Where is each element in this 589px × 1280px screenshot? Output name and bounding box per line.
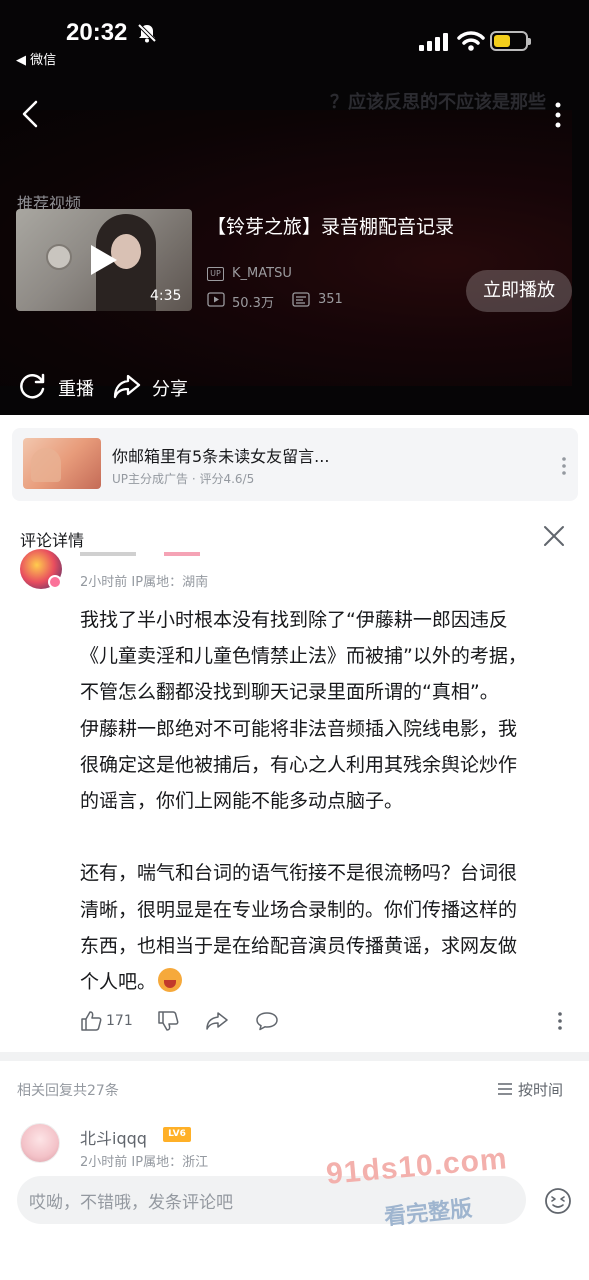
ad-subtitle: UP主分成广告 · 评分4.6/5 [112,472,255,486]
comment-line: 《儿童卖淫和儿童色情禁止法》而被捕”以外的考据， [80,645,527,668]
play-icon[interactable] [91,245,117,275]
comment-line: 的谣言，你们上网能不能多动点脑子。 [80,790,404,813]
comment-line: 东西，也相当于是在给配音演员传播黄谣，求网友做 [80,934,518,957]
status-bar: 20:32 ◀ 微信 [0,0,589,80]
share-icon[interactable] [112,372,142,400]
ad-thumbnail[interactable] [23,438,101,489]
share-icon[interactable] [205,1010,229,1032]
sort-icon[interactable] [497,1082,513,1096]
ad-more-icon[interactable] [560,456,568,476]
mute-bell-icon [137,23,157,43]
more-vertical-icon[interactable] [556,1010,564,1032]
replay-button[interactable]: 重播 [58,375,94,401]
comment-text: 我找了半小时根本没有找到除了“伊藤耕一郎因违反 《儿童卖淫和儿童色情禁止法》而被… [80,602,568,1000]
comment-line: 清晰，很明显是在专业场合录制的。你们传播这样的 [80,898,518,921]
thumbs-up-icon[interactable] [80,1010,102,1032]
avatar[interactable] [20,1123,60,1163]
comment-meta: 2小时前 IP属地：湖南 [80,575,209,590]
comment-panel-title: 评论详情 [20,531,85,550]
more-vertical-icon[interactable] [552,100,564,130]
video-player-area: ？应该反思的不应该是那些 20:32 ◀ 微信 推荐视频 4:35 【铃芽之旅】… [0,0,589,415]
view-count: 50.3万 [232,296,274,311]
comment-action-row: 171 [80,1010,580,1034]
up-badge: UP [207,267,224,281]
video-duration: 4:35 [150,288,182,304]
comment-line: 伊藤耕一郎绝对不可能将非法音频插入院线电影，我 [80,717,518,740]
commenter-name-obscured [80,552,200,558]
uploader-name[interactable]: K_MATSU [232,266,292,281]
comment-line: 还有，喘气和台词的语气衔接不是很流畅吗？台词很 [80,862,518,885]
reply-icon[interactable] [255,1010,279,1032]
ad-title[interactable]: 你邮箱里有5条未读女友留言... [112,443,329,467]
sort-by-time-button[interactable]: 按时间 [518,1079,563,1100]
replay-icon[interactable] [18,372,48,400]
comment-line-text: 个人吧。 [80,971,157,994]
verified-badge-icon [48,575,62,589]
recommended-video-title[interactable]: 【铃芽之旅】录音棚配音记录 [207,212,454,239]
close-icon[interactable] [543,525,565,547]
reply-meta: 2小时前 IP属地：浙江 [80,1155,209,1170]
comment-line: 不管怎么翻都没找到聊天记录里面所谓的“真相”。 [80,681,499,704]
section-divider [0,1052,589,1061]
crying-emoji-icon [158,968,183,993]
back-to-wechat[interactable]: ◀ 微信 [16,49,56,68]
play-now-button[interactable]: 立即播放 [466,270,572,312]
like-count: 171 [106,1013,133,1029]
share-button[interactable]: 分享 [152,375,188,401]
video-subtitle-caption: ？应该反思的不应该是那些 [330,92,546,113]
emoji-icon[interactable] [544,1187,572,1215]
level-badge: LV6 [163,1127,191,1142]
reply-username[interactable]: 北斗iqqq [80,1125,147,1149]
comment-line [80,819,568,855]
back-arrow-icon[interactable] [18,98,42,130]
comment-line: 很确定这是他被捕后，有心之人利用其残余舆论炒作 [80,753,518,776]
replies-count-label: 相关回复共27条 [17,1083,119,1099]
danmaku-icon [292,292,310,307]
comment-line-last: 个人吧。 [80,964,568,1000]
wifi-icon [457,31,485,51]
play-count-icon [207,292,225,307]
comment-line: 我找了半小时根本没有找到除了“伊藤耕一郎因违反 [80,609,508,631]
thumbs-down-icon[interactable] [157,1010,179,1032]
comment-input-placeholder[interactable]: 哎呦，不错哦，发条评论吧 [29,1188,233,1213]
ad-card[interactable]: 你邮箱里有5条未读女友留言... UP主分成广告 · 评分4.6/5 [12,428,578,501]
status-time: 20:32 [66,19,128,46]
danmaku-count: 351 [318,292,343,307]
battery-icon [490,31,531,51]
signal-icon [419,33,448,51]
